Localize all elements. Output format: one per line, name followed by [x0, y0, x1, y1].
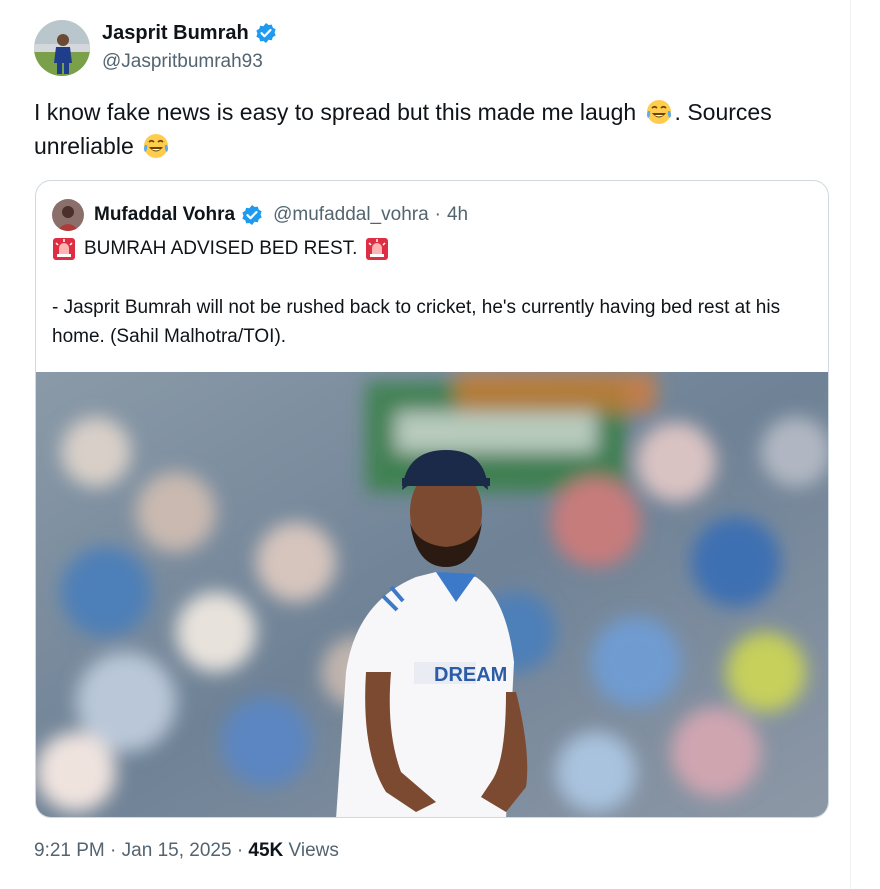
separator-dot: · [434, 204, 441, 225]
author-block: Jasprit Bumrah @Jaspritbumrah93 [102, 20, 277, 75]
tweet-date[interactable]: Jan 15, 2025 [122, 840, 232, 861]
separator-dot: · [110, 840, 117, 861]
tweet-text-part1: I know fake news is easy to spread but t… [34, 99, 643, 125]
views-label: Views [283, 840, 339, 861]
column-divider [850, 0, 851, 889]
author-name[interactable]: Jasprit Bumrah [102, 20, 249, 46]
verified-badge-icon [256, 23, 276, 43]
laughing-crying-emoji-icon [646, 100, 671, 124]
tweet: Jasprit Bumrah @Jaspritbumrah93 I know f… [0, 0, 880, 889]
tweet-meta: 9:21 PM · Jan 15, 2025 · 45K Views [34, 840, 339, 862]
tweet-text: I know fake news is easy to spread but t… [34, 95, 834, 163]
profile-photo-icon [34, 20, 90, 76]
quoted-tweet-photo[interactable]: DREAM [36, 372, 828, 817]
police-siren-emoji-icon [53, 238, 75, 260]
author-handle[interactable]: @Jaspritbumrah93 [102, 49, 277, 75]
quoted-author-name[interactable]: Mufaddal Vohra [94, 204, 235, 226]
quoted-tweet-card[interactable]: Mufaddal Vohra @mufaddal_vohra · 4h BUMR… [35, 180, 829, 818]
views-count: 45K [248, 840, 284, 861]
verified-badge-icon [242, 205, 262, 225]
quoted-timestamp[interactable]: 4h [447, 204, 468, 226]
separator-dot: · [236, 840, 244, 861]
quoted-tweet-header: Mufaddal Vohra @mufaddal_vohra · 4h [52, 199, 468, 231]
cricket-player-photo-icon: DREAM [36, 372, 828, 817]
tweet-time[interactable]: 9:21 PM [34, 840, 105, 861]
laughing-crying-emoji-icon [144, 134, 169, 158]
quoted-headline: BUMRAH ADVISED BED REST. [84, 238, 358, 259]
profile-photo-icon [52, 199, 84, 231]
police-siren-emoji-icon [366, 238, 389, 260]
author-avatar[interactable] [34, 20, 90, 76]
quoted-author-handle[interactable]: @mufaddal_vohra [273, 204, 429, 226]
quoted-headline-row: BUMRAH ADVISED BED REST. [52, 237, 389, 261]
quoted-author-avatar[interactable] [52, 199, 84, 231]
quoted-tweet-text: - Jasprit Bumrah will not be rushed back… [52, 297, 781, 347]
jersey-sponsor-text: DREAM [434, 664, 507, 686]
